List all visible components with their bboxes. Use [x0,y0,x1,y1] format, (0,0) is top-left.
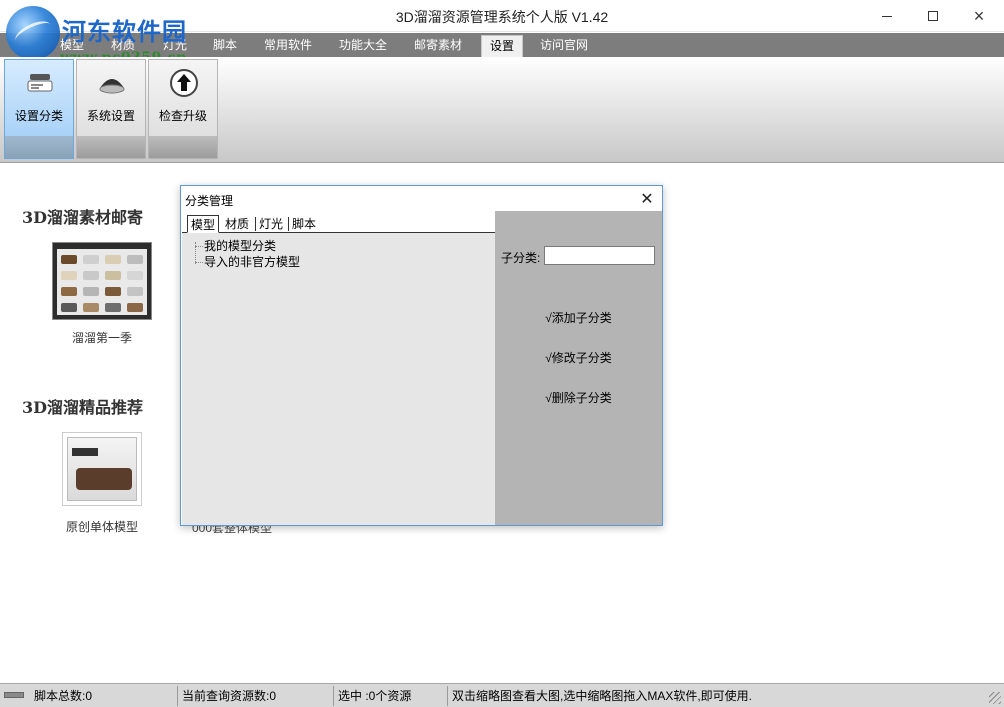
dialog-edit-panel: 子分类: √添加子分类 √修改子分类 √删除子分类 [495,211,662,525]
system-settings-button[interactable]: 系统设置 [76,59,146,159]
thumbnail-season-one[interactable] [52,242,152,320]
menu-tab-functions[interactable]: 功能大全 [332,35,394,57]
status-hint: 双击缩略图查看大图,选中缩略图拖入MAX软件,即可使用. [452,689,753,703]
dialog-tab-material[interactable]: 材质 [222,215,252,233]
status-panel-icon [4,692,24,698]
menu-tab-settings[interactable]: 设置 [481,35,523,57]
dialog-tab-light[interactable]: 灯光 [256,215,286,233]
sofa-image [76,468,132,490]
dialog-title: 分类管理 [185,194,234,208]
subcategory-label: 子分类: [501,251,541,265]
category-manager-dialog: 分类管理 ✕ 模型 材质 灯光 脚本 我的模型分类 导入的非官方模型 子分类: … [180,185,663,526]
category-settings-button[interactable]: 设置分类 [4,59,74,159]
resize-grip-icon[interactable] [989,692,1001,704]
caption-season-one: 溜溜第一季 [71,331,132,345]
add-subcategory-button[interactable]: √添加子分类 [495,309,662,326]
caption-original-model: 原创单体模型 [65,520,138,534]
minimize-button[interactable] [864,0,910,32]
status-bar: 脚本总数:0 当前查询资源数:0 选中 :0个资源 双击缩略图查看大图,选中缩略… [0,683,1004,707]
thumbnail-original-model[interactable] [62,432,142,506]
dialog-close-button[interactable]: ✕ [632,186,662,212]
watermark-name: 河东软件园 [62,17,187,46]
close-button[interactable]: × [956,0,1002,32]
watermark-logo: 河东软件园 www.pc0359.cn [4,2,214,66]
upgrade-arrow-icon [170,69,198,97]
check-upgrade-button[interactable]: 检查升级 [148,59,218,159]
maximize-icon [928,11,938,21]
dialog-tree-panel: 模型 材质 灯光 脚本 我的模型分类 导入的非官方模型 [182,211,495,525]
close-icon: ✕ [640,191,654,208]
delete-subcategory-button[interactable]: √删除子分类 [495,389,662,406]
menu-tab-common-software[interactable]: 常用软件 [256,35,320,57]
subcategory-input[interactable] [544,246,655,265]
status-script-total: 脚本总数:0 [30,686,178,706]
status-query-count: 当前查询资源数:0 [178,686,334,706]
dialog-tabs: 模型 材质 灯光 脚本 [182,211,495,233]
tree-item-label: 我的模型分类 [204,239,277,253]
menu-tab-official-site[interactable]: 访问官网 [532,35,596,57]
tree-item-label: 导入的非官方模型 [204,255,301,269]
menu-tab-mail-material[interactable]: 邮寄素材 [406,35,470,57]
dialog-tab-model[interactable]: 模型 [187,215,220,233]
system-settings-label: 系统设置 [86,109,135,123]
category-tree: 我的模型分类 导入的非官方模型 [192,238,300,270]
category-settings-label: 设置分类 [14,109,63,123]
section-title-recommend: 3D溜溜精品推荐 [22,398,144,417]
check-upgrade-label: 检查升级 [158,109,207,123]
category-settings-icon [27,74,53,92]
dialog-tab-script[interactable]: 脚本 [289,215,319,233]
minimize-icon [882,15,892,17]
tree-item-imported-models[interactable]: 导入的非官方模型 [192,254,300,270]
status-selected: 选中 :0个资源 [334,686,448,706]
close-icon: × [973,5,985,26]
maximize-button[interactable] [910,0,956,32]
edit-subcategory-button[interactable]: √修改子分类 [495,349,662,366]
globe-logo-icon [6,6,60,60]
tree-item-my-model-category[interactable]: 我的模型分类 [192,238,300,254]
system-settings-icon [99,79,125,94]
section-title-mail: 3D溜溜素材邮寄 [22,208,144,227]
ribbon-toolbar: 设置分类 系统设置 检查升级 [0,57,1004,163]
